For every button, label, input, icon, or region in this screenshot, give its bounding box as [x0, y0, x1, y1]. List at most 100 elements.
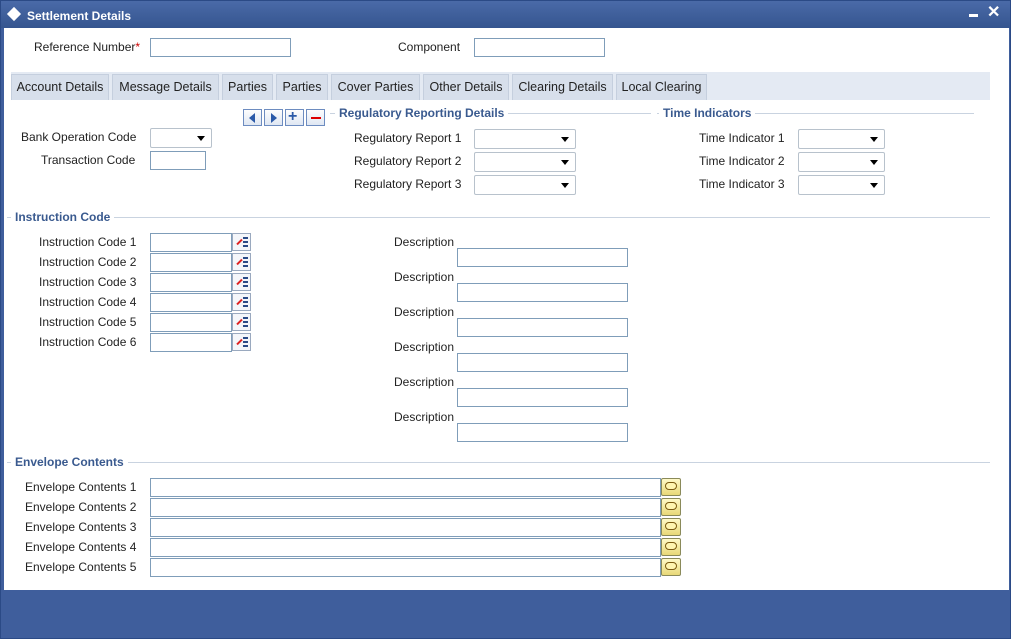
- envelope-contents-2-edit-button[interactable]: [661, 498, 681, 516]
- description-6-input[interactable]: [457, 423, 628, 442]
- tab-parties-2[interactable]: Parties: [276, 74, 328, 100]
- description-6-label: Description: [394, 410, 455, 424]
- envelope-contents-3-label: Envelope Contents 3: [25, 520, 137, 534]
- instruction-code-5-label: Instruction Code 5: [39, 315, 137, 329]
- plus-icon: +: [288, 108, 298, 125]
- tab-local-clearing[interactable]: Local Clearing: [616, 74, 707, 100]
- instruction-code-1-label: Instruction Code 1: [39, 235, 137, 249]
- time-indicator-2-label: Time Indicator 2: [699, 154, 785, 168]
- instruction-code-2-input[interactable]: [150, 253, 232, 272]
- time-indicators-section-title: Time Indicators: [659, 106, 756, 120]
- diamond-icon: [6, 6, 22, 22]
- envelope-contents-1-input[interactable]: [150, 478, 661, 497]
- instruction-code-6-label: Instruction Code 6: [39, 335, 137, 349]
- description-2-label: Description: [394, 270, 455, 284]
- envelope-section-title: Envelope Contents: [11, 455, 128, 469]
- time-indicator-1-select[interactable]: [798, 129, 885, 149]
- instruction-code-6-input[interactable]: [150, 333, 232, 352]
- description-1-input[interactable]: [457, 248, 628, 267]
- next-record-button[interactable]: [264, 109, 283, 126]
- bank-operation-code-select[interactable]: [150, 128, 212, 148]
- instruction-code-3-lov-button[interactable]: [232, 273, 251, 291]
- tab-clearing-details[interactable]: Clearing Details: [512, 74, 613, 100]
- instruction-code-5-input[interactable]: [150, 313, 232, 332]
- regulatory-section-title: Regulatory Reporting Details: [335, 106, 509, 120]
- envelope-contents-4-label: Envelope Contents 4: [25, 540, 137, 554]
- envelope-contents-3-edit-button[interactable]: [661, 518, 681, 536]
- reference-number-input[interactable]: [150, 38, 291, 57]
- envelope-contents-1-label: Envelope Contents 1: [25, 480, 137, 494]
- previous-record-button[interactable]: [243, 109, 262, 126]
- transaction-code-label: Transaction Code: [41, 153, 136, 167]
- settlement-details-window: Settlement Details ✕ Reference Number* C…: [0, 0, 1011, 639]
- description-5-input[interactable]: [457, 388, 628, 407]
- add-row-button[interactable]: +: [285, 108, 304, 126]
- chevron-down-icon: [561, 137, 569, 142]
- list-of-values-icon: [243, 297, 248, 308]
- envelope-contents-4-edit-button[interactable]: [661, 538, 681, 556]
- close-icon[interactable]: ✕: [987, 4, 1000, 22]
- instruction-section-title: Instruction Code: [11, 210, 115, 224]
- reference-number-label: Reference Number*: [34, 40, 141, 54]
- bank-operation-code-label: Bank Operation Code: [21, 130, 137, 144]
- description-1-label: Description: [394, 235, 455, 249]
- time-indicator-3-label: Time Indicator 3: [699, 177, 785, 191]
- tab-account-details[interactable]: Account Details: [11, 74, 109, 100]
- title-bar: Settlement Details ✕: [1, 1, 1010, 28]
- description-5-label: Description: [394, 375, 455, 389]
- minus-icon: [311, 117, 321, 119]
- chevron-down-icon: [870, 160, 878, 165]
- envelope-contents-1-edit-button[interactable]: [661, 478, 681, 496]
- description-3-label: Description: [394, 305, 455, 319]
- description-4-label: Description: [394, 340, 455, 354]
- tab-parties[interactable]: Parties: [222, 74, 273, 100]
- speech-bubble-icon: [665, 502, 677, 510]
- description-3-input[interactable]: [457, 318, 628, 337]
- chevron-down-icon: [561, 183, 569, 188]
- envelope-contents-3-input[interactable]: [150, 518, 661, 537]
- time-indicator-2-select[interactable]: [798, 152, 885, 172]
- instruction-code-4-input[interactable]: [150, 293, 232, 312]
- tab-bar: Account Details Message Details Parties …: [11, 72, 990, 100]
- speech-bubble-icon: [665, 562, 677, 570]
- arrow-left-icon: [249, 113, 255, 123]
- delete-row-button[interactable]: [306, 109, 325, 126]
- instruction-code-5-lov-button[interactable]: [232, 313, 251, 331]
- instruction-code-6-lov-button[interactable]: [232, 333, 251, 351]
- description-2-input[interactable]: [457, 283, 628, 302]
- regulatory-report-3-select[interactable]: [474, 175, 576, 195]
- regulatory-report-2-select[interactable]: [474, 152, 576, 172]
- envelope-contents-5-edit-button[interactable]: [661, 558, 681, 576]
- transaction-code-input[interactable]: [150, 151, 206, 170]
- chevron-down-icon: [870, 137, 878, 142]
- envelope-contents-2-label: Envelope Contents 2: [25, 500, 137, 514]
- envelope-contents-4-input[interactable]: [150, 538, 661, 557]
- minimize-icon[interactable]: [969, 14, 978, 17]
- chevron-down-icon: [197, 136, 205, 141]
- component-input[interactable]: [474, 38, 605, 57]
- chevron-down-icon: [561, 160, 569, 165]
- required-mark: *: [135, 40, 141, 54]
- description-4-input[interactable]: [457, 353, 628, 372]
- instruction-divider: [7, 217, 990, 218]
- list-of-values-icon: [243, 317, 248, 328]
- footer-bar: [4, 592, 1009, 636]
- speech-bubble-icon: [665, 482, 677, 490]
- instruction-code-3-label: Instruction Code 3: [39, 275, 137, 289]
- instruction-code-1-lov-button[interactable]: [232, 233, 251, 251]
- regulatory-report-1-select[interactable]: [474, 129, 576, 149]
- tab-other-details[interactable]: Other Details: [423, 74, 509, 100]
- instruction-code-4-lov-button[interactable]: [232, 293, 251, 311]
- instruction-code-1-input[interactable]: [150, 233, 232, 252]
- instruction-code-3-input[interactable]: [150, 273, 232, 292]
- instruction-code-2-lov-button[interactable]: [232, 253, 251, 271]
- chevron-down-icon: [870, 183, 878, 188]
- tab-cover-parties[interactable]: Cover Parties: [331, 74, 420, 100]
- envelope-divider: [7, 462, 990, 463]
- instruction-code-4-label: Instruction Code 4: [39, 295, 137, 309]
- speech-bubble-icon: [665, 522, 677, 530]
- time-indicator-3-select[interactable]: [798, 175, 885, 195]
- tab-message-details[interactable]: Message Details: [112, 74, 219, 100]
- envelope-contents-5-input[interactable]: [150, 558, 661, 577]
- envelope-contents-2-input[interactable]: [150, 498, 661, 517]
